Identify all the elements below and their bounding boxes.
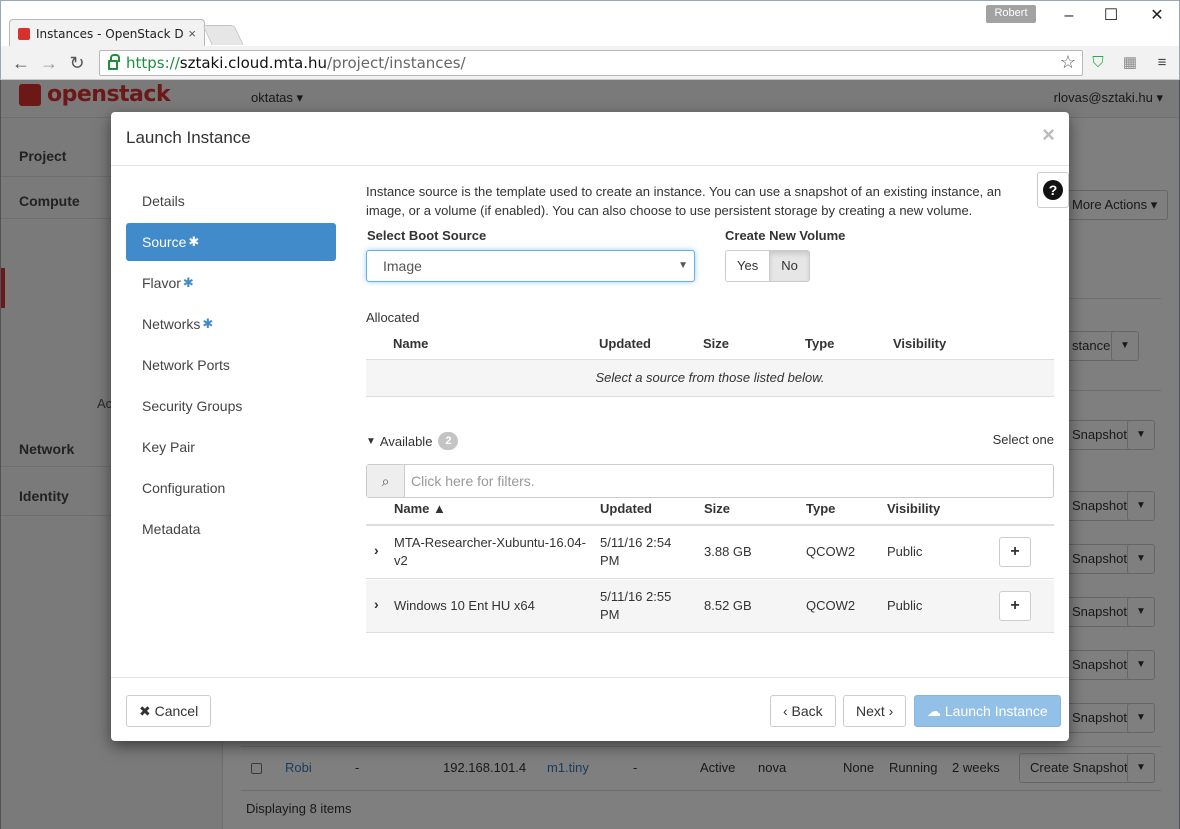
chevron-right-icon[interactable]: › <box>374 542 379 558</box>
menu-icon[interactable]: ≡ <box>1151 52 1173 74</box>
available-col-name[interactable]: Name ▲ <box>394 501 446 516</box>
browser-toolbar: ← → ↻ https://sztaki.cloud.mta.hu/projec… <box>0 46 1180 80</box>
image-name: Windows 10 Ent HU x64 <box>394 598 535 613</box>
table-row: › MTA-Researcher-Xubuntu-16.04-v2 5/11/1… <box>366 526 1054 579</box>
image-type: QCOW2 <box>806 544 856 559</box>
allocated-col-size: Size <box>703 336 730 351</box>
volume-no-button[interactable]: No <box>770 250 810 282</box>
back-button[interactable]: ‹ Back <box>770 695 836 727</box>
maximize-icon[interactable]: ☐ <box>1091 5 1131 27</box>
wizard-step-details[interactable]: Details <box>126 182 336 220</box>
allocated-col-updated: Updated <box>599 336 651 351</box>
create-volume-toggle: Yes No <box>725 250 810 282</box>
modal-footer: ✖ Cancel ‹ Back Next › ☁ Launch Instance <box>111 677 1069 741</box>
tab-close-icon[interactable]: × <box>188 26 196 41</box>
back-arrow-icon[interactable]: ← <box>9 51 33 75</box>
reload-icon[interactable]: ↻ <box>65 51 89 75</box>
close-icon: ✖ <box>139 703 155 719</box>
browser-tab-instances[interactable]: Instances - OpenStack Da × <box>9 19 205 47</box>
available-col-visibility[interactable]: Visibility <box>887 501 940 516</box>
image-visibility: Public <box>887 544 923 559</box>
wizard-nav: Details Source ✱ Flavor ✱ Networks ✱ Networ… <box>126 182 336 551</box>
add-image-button[interactable]: + <box>999 591 1031 621</box>
image-updated: 5/11/16 2:55 PM <box>600 589 672 622</box>
help-icon: ? <box>1043 180 1063 200</box>
chevron-down-icon: ▼ <box>678 260 688 271</box>
modal-title: Launch Instance <box>126 128 251 147</box>
wizard-step-configuration[interactable]: Configuration <box>126 469 336 507</box>
image-size: 8.52 GB <box>704 598 752 613</box>
new-tab-button[interactable] <box>202 25 244 45</box>
image-type: QCOW2 <box>806 598 856 613</box>
shield-icon[interactable]: ⛉ <box>1087 52 1109 74</box>
available-filter[interactable]: ⌕ Click here for filters. <box>366 464 1054 498</box>
forward-arrow-icon[interactable]: → <box>37 51 61 75</box>
wizard-step-security-groups[interactable]: Security Groups <box>126 387 336 425</box>
create-volume-label: Create New Volume <box>725 228 846 243</box>
launch-instance-button[interactable]: ☁ Launch Instance <box>914 695 1061 727</box>
available-toggle[interactable]: ▼ Available 2 <box>366 432 459 450</box>
chevron-right-icon[interactable]: › <box>374 596 379 612</box>
available-count-badge: 2 <box>438 432 459 450</box>
launch-instance-modal: Launch Instance × Details Source ✱ Flavor… <box>111 112 1069 741</box>
minimize-icon[interactable]: – <box>1049 5 1089 27</box>
lock-icon <box>108 54 120 70</box>
image-updated: 5/11/16 2:54 PM <box>600 535 672 568</box>
image-name: MTA-Researcher-Xubuntu-16.04-v2 <box>394 535 586 568</box>
image-visibility: Public <box>887 598 923 613</box>
allocated-empty-message: Select a source from those listed below. <box>366 360 1054 396</box>
next-button[interactable]: Next › <box>843 695 907 727</box>
browser-titlebar: Instances - OpenStack Da × Robert – ☐ ✕ <box>0 0 1180 47</box>
volume-yes-button[interactable]: Yes <box>725 250 771 282</box>
url-text: https://sztaki.cloud.mta.hu/project/inst… <box>126 54 466 72</box>
allocated-col-name: Name <box>393 336 429 351</box>
help-button[interactable]: ? <box>1037 172 1069 208</box>
source-description: Instance source is the template used to … <box>366 184 1002 218</box>
wizard-step-key-pair[interactable]: Key Pair <box>126 428 336 466</box>
close-icon[interactable]: × <box>1042 122 1055 148</box>
openstack-favicon-icon <box>18 27 30 40</box>
wizard-step-networks[interactable]: Networks ✱ <box>126 305 336 343</box>
address-bar[interactable]: https://sztaki.cloud.mta.hu/project/inst… <box>99 50 1083 76</box>
wizard-step-metadata[interactable]: Metadata <box>126 510 336 548</box>
chevron-down-icon: ▼ <box>366 435 376 447</box>
allocated-title: Allocated <box>366 310 420 325</box>
available-col-updated[interactable]: Updated <box>600 501 652 516</box>
search-icon: ⌕ <box>367 465 405 497</box>
available-col-size[interactable]: Size <box>704 501 730 516</box>
tab-title: Instances - OpenStack Da <box>36 26 185 41</box>
profile-badge[interactable]: Robert <box>986 5 1036 23</box>
boot-source-select[interactable]: Image ▼ <box>366 250 695 282</box>
modal-header: Launch Instance × <box>111 112 1069 166</box>
allocated-col-visibility: Visibility <box>893 336 947 351</box>
cancel-button[interactable]: ✖ Cancel <box>126 695 212 727</box>
required-asterisk-icon: ✱ <box>182 275 194 290</box>
wizard-step-source[interactable]: Source ✱ <box>126 223 336 261</box>
filter-input[interactable]: Click here for filters. <box>405 465 1053 497</box>
extension-icon[interactable]: ▦ <box>1119 52 1141 74</box>
wizard-step-flavor[interactable]: Flavor ✱ <box>126 264 336 302</box>
table-row: › Windows 10 Ent HU x64 5/11/16 2:55 PM … <box>366 580 1054 633</box>
close-window-icon[interactable]: ✕ <box>1137 5 1177 27</box>
table-divider <box>366 396 1054 397</box>
cloud-upload-icon: ☁ <box>927 703 945 719</box>
wizard-step-network-ports[interactable]: Network Ports <box>126 346 336 384</box>
allocated-col-type: Type <box>805 336 835 351</box>
image-size: 3.88 GB <box>704 544 752 559</box>
available-col-type[interactable]: Type <box>806 501 835 516</box>
star-icon[interactable]: ☆ <box>1060 52 1076 73</box>
required-asterisk-icon: ✱ <box>188 234 200 249</box>
add-image-button[interactable]: + <box>999 537 1031 567</box>
select-one-hint: Select one <box>992 432 1054 447</box>
required-asterisk-icon: ✱ <box>202 316 214 331</box>
boot-source-label: Select Boot Source <box>367 228 487 243</box>
